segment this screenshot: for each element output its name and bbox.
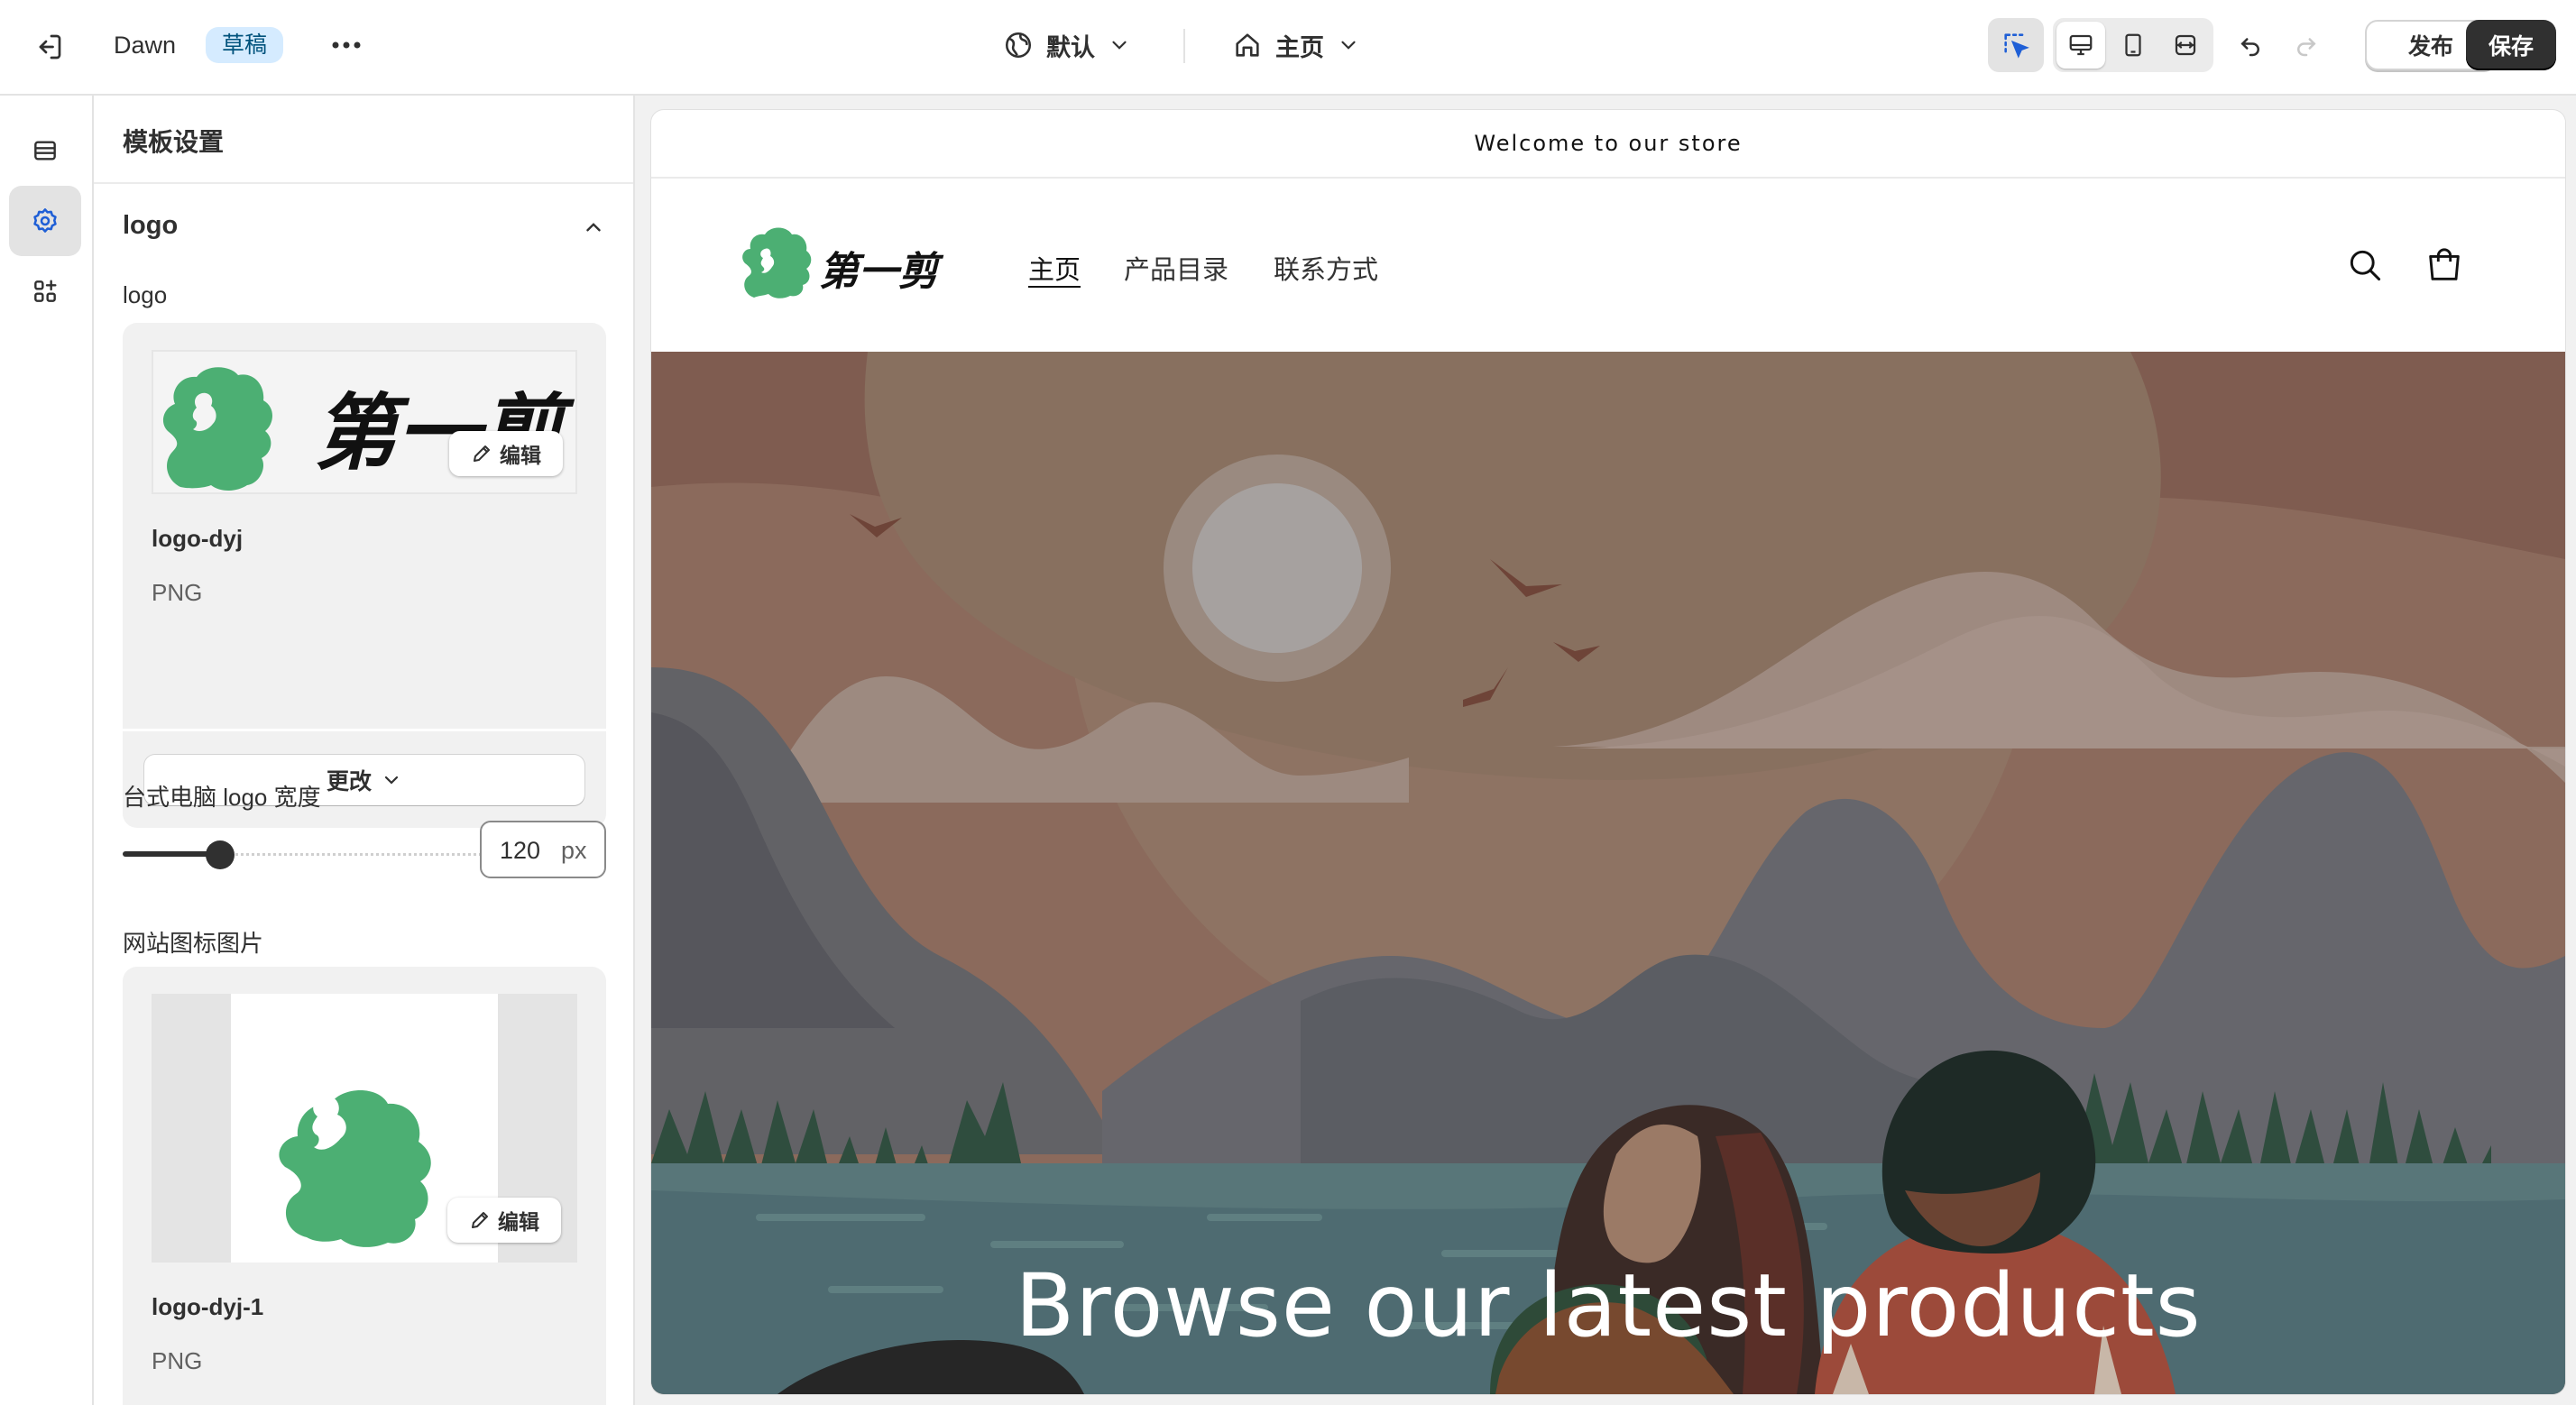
undo-icon [2240, 38, 2259, 57]
hero-heading: Browse our latest products [1015, 1255, 2202, 1356]
language-selector[interactable]: 默认 [1003, 23, 1131, 67]
search-icon [2350, 250, 2381, 281]
more-actions-button[interactable] [325, 25, 368, 65]
sections-button[interactable] [9, 115, 81, 186]
favicon-file-name: logo-dyj-1 [152, 1293, 264, 1320]
inspect-button[interactable] [1988, 18, 2044, 72]
viewport-toggle-group [2053, 18, 2213, 72]
redo-icon [2297, 38, 2316, 57]
store-logo-image: 第一剪 [742, 227, 944, 298]
cart-icon [2429, 248, 2460, 280]
logo-thumbnail[interactable]: 第一剪 编辑 [152, 350, 577, 494]
edit-label: 编辑 [498, 1210, 539, 1234]
pencil-icon [474, 445, 490, 462]
chevron-down-icon [1112, 41, 1127, 50]
topbar-divider [1183, 29, 1185, 63]
chevron-down-icon [384, 776, 399, 785]
redo-button[interactable] [2284, 23, 2329, 69]
pencil-icon [472, 1212, 488, 1228]
nav-link-contact[interactable]: 联系方式 [1274, 249, 1378, 287]
section-title[interactable]: logo [123, 211, 178, 241]
brand-text: 第一剪 [819, 249, 944, 295]
language-label: 默认 [1046, 33, 1095, 61]
exit-button[interactable] [27, 25, 70, 69]
logo-width-unit: px [561, 837, 587, 864]
cart-button[interactable] [2419, 240, 2470, 290]
apps-icon [34, 280, 57, 302]
store-preview: Welcome to our store 第一剪 主页 产品目录 联系方式 Br… [651, 110, 2565, 1394]
chevron-up-icon [586, 223, 601, 232]
panel-title: 模板设置 [123, 128, 225, 156]
undo-button[interactable] [2228, 23, 2273, 69]
inspect-icon [2004, 33, 2029, 59]
desktop-view-button[interactable] [2056, 22, 2105, 69]
sections-icon [34, 141, 56, 161]
announcement-bar: Welcome to our store [651, 110, 2565, 179]
store-logo[interactable]: 第一剪 [738, 227, 963, 308]
exit-icon [39, 34, 61, 60]
theme-settings-button[interactable] [9, 186, 81, 256]
nav-link-home[interactable]: 主页 [1028, 249, 1081, 287]
logo-width-label: 台式电脑 logo 宽度 [123, 784, 321, 811]
mobile-view-button[interactable] [2109, 22, 2157, 69]
favicon-file-type: PNG [152, 1347, 203, 1374]
logo-width-value[interactable]: 120 [500, 837, 540, 865]
edit-label: 编辑 [500, 444, 541, 467]
logo-field-label: logo [123, 281, 168, 308]
fullwidth-view-button[interactable] [2161, 22, 2210, 69]
page-label: 主页 [1275, 33, 1324, 61]
apps-button[interactable] [9, 256, 81, 326]
globe-icon [1005, 32, 1032, 59]
change-label: 更改 [326, 769, 372, 794]
collapse-section-button[interactable] [575, 209, 612, 245]
more-icon [332, 41, 361, 49]
desktop-icon [2069, 34, 2093, 56]
edit-favicon-button[interactable]: 编辑 [447, 1198, 561, 1243]
editor-rail [0, 96, 94, 1405]
status-badge: 草稿 [206, 27, 284, 63]
nav-link-catalog[interactable]: 产品目录 [1124, 249, 1228, 287]
theme-name: Dawn [114, 32, 177, 59]
logo-width-input[interactable]: 120 px [480, 821, 606, 878]
logo-file-type: PNG [152, 579, 203, 606]
save-button[interactable]: 保存 [2466, 20, 2556, 70]
logo-width-slider-thumb[interactable] [206, 840, 235, 869]
theme-settings-panel: 模板设置 logo logo 第一剪 编辑 logo-dyj PNG 更改 台式… [94, 96, 635, 1405]
favicon-label: 网站图标图片 [123, 930, 264, 957]
chevron-down-icon [1341, 41, 1356, 50]
fullwidth-icon [2175, 34, 2196, 56]
logo-image-picker: 第一剪 编辑 logo-dyj PNG 更改 [123, 323, 606, 828]
hero-banner-image [651, 352, 2565, 1394]
page-selector[interactable]: 主页 [1232, 23, 1360, 67]
mobile-icon [2125, 33, 2141, 57]
settings-icon [33, 208, 57, 233]
divider [94, 182, 633, 184]
favicon-thumbnail[interactable]: 编辑 [152, 994, 577, 1263]
logo-file-name: logo-dyj [152, 525, 244, 552]
search-button[interactable] [2340, 240, 2390, 290]
edit-logo-button[interactable]: 编辑 [449, 431, 563, 476]
home-icon [1236, 33, 1259, 57]
editor-topbar: Dawn 草稿 默认 主页 发布 保存 [0, 0, 2576, 96]
favicon-image-picker: 编辑 logo-dyj-1 PNG [123, 967, 606, 1405]
